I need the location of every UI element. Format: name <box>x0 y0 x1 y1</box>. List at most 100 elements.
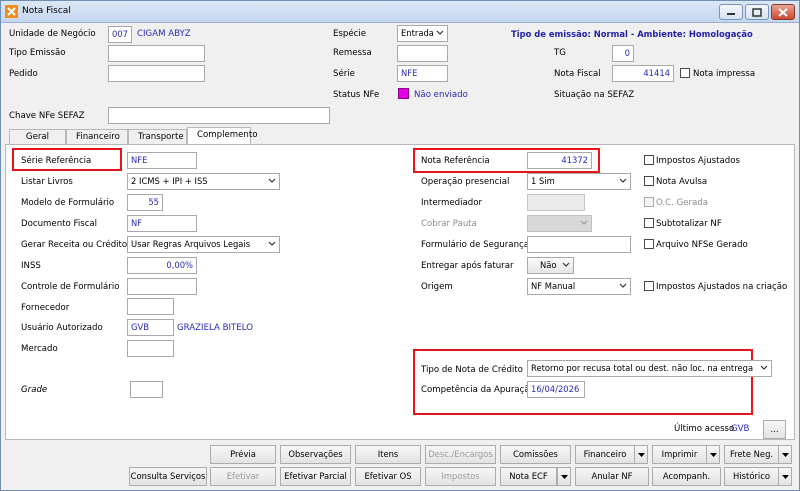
grade-label: Grade <box>21 385 48 395</box>
nota-avulsa-checkbox[interactable] <box>644 176 654 186</box>
imprimir-button[interactable]: Imprimir <box>652 445 707 464</box>
grade-input[interactable] <box>130 381 163 398</box>
close-button[interactable] <box>771 4 795 20</box>
tg-input[interactable]: 0 <box>612 45 634 62</box>
previa-button[interactable]: Prévia <box>210 445 276 464</box>
historico-dropdown-button[interactable] <box>778 467 792 486</box>
dropdown-arrow-icon <box>709 453 717 457</box>
unidade-label: Unidade de Negócio <box>9 29 96 39</box>
arquivo-nfse-label: Arquivo NFSe Gerado <box>656 240 748 250</box>
efetivar-os-button[interactable]: Efetivar OS <box>355 467 421 486</box>
frete-neg-button[interactable]: Frete Neg. <box>724 445 779 464</box>
nota-avulsa-label: Nota Avulsa <box>656 177 708 187</box>
formulario-seguranca-input[interactable] <box>527 236 631 253</box>
mercado-label: Mercado <box>21 344 58 354</box>
nota-ecf-dropdown-button[interactable] <box>557 467 571 486</box>
subtotalizar-nf-checkbox[interactable] <box>644 218 654 228</box>
consulta-servicos-button[interactable]: Consulta Serviços <box>129 467 207 486</box>
chave-nfe-input[interactable] <box>108 107 330 124</box>
inss-label: INSS <box>21 261 41 271</box>
operacao-presencial-label: Operação presencial <box>421 177 510 187</box>
usuario-autorizado-input[interactable]: GVB <box>127 319 174 336</box>
gerar-receita-label: Gerar Receita ou Crédito <box>21 240 128 250</box>
inss-input[interactable]: 0,00% <box>127 257 197 274</box>
minimize-button[interactable] <box>719 4 743 20</box>
acompanh-button[interactable]: Acompanh. <box>652 467 721 486</box>
competencia-apuracao-input[interactable]: 16/04/2026 <box>527 381 585 398</box>
tipo-emissao-label: Tipo Emissão <box>9 48 66 58</box>
especie-select[interactable]: Entrada <box>397 25 448 42</box>
anular-nf-button[interactable]: Anular NF <box>575 467 649 486</box>
tab-transporte[interactable]: Transporte <box>128 129 187 145</box>
ultimo-acesso-label: Último acesso <box>674 424 735 434</box>
tab-financeiro[interactable]: Financeiro <box>66 129 128 145</box>
tab-complemento[interactable]: Complemento <box>187 127 258 145</box>
frete-neg-dropdown-button[interactable] <box>778 445 792 464</box>
listar-livros-select[interactable]: 2 ICMS + IPI + ISS <box>127 173 280 190</box>
entregar-value: Não <box>540 260 557 270</box>
serie-label: Série <box>333 69 355 79</box>
especie-label: Espécie <box>333 29 367 39</box>
chevron-down-icon <box>580 220 588 225</box>
pedido-input[interactable] <box>108 65 205 82</box>
desc-encargos-button: Desc./Encargos <box>425 445 496 464</box>
chave-nfe-label: Chave NFe SEFAZ <box>9 111 85 121</box>
nota-impressa-checkbox[interactable] <box>680 68 690 78</box>
oc-gerada-checkbox <box>644 197 654 207</box>
close-icon <box>778 8 788 17</box>
observacoes-button[interactable]: Observações <box>280 445 351 464</box>
chevron-down-icon <box>760 365 768 370</box>
status-nfe-value: Não enviado <box>414 90 468 100</box>
documento-fiscal-input[interactable]: NF <box>127 215 197 232</box>
serie-referencia-input[interactable]: NFE <box>127 152 197 169</box>
nota-referencia-input[interactable]: 41372 <box>527 152 592 169</box>
especie-value: Entrada <box>401 28 434 38</box>
tipo-emissao-input[interactable] <box>108 45 205 62</box>
itens-button[interactable]: Itens <box>355 445 421 464</box>
financeiro-dropdown-button[interactable] <box>634 445 648 464</box>
chevron-down-icon <box>268 178 276 183</box>
ultimo-acesso-more-button[interactable]: ... <box>763 420 786 439</box>
modelo-formulario-input[interactable]: 55 <box>127 194 163 211</box>
operacao-presencial-select[interactable]: 1 Sim <box>527 173 631 190</box>
tg-label: TG <box>554 48 566 58</box>
dropdown-arrow-icon <box>781 453 789 457</box>
entregar-apos-faturar-select[interactable]: Não <box>527 257 574 274</box>
serie-input[interactable]: NFE <box>397 65 448 82</box>
chevron-down-icon <box>268 241 276 246</box>
tipo-nota-credito-select[interactable]: Retorno por recusa total ou dest. não lo… <box>527 360 772 377</box>
origem-label: Origem <box>421 282 453 292</box>
tab-geral[interactable]: Geral <box>9 129 66 145</box>
controle-formulario-label: Controle de Formulário <box>21 282 120 292</box>
remessa-input[interactable] <box>397 45 448 62</box>
nota-fiscal-input[interactable]: 41414 <box>612 65 674 82</box>
dropdown-arrow-icon <box>560 475 568 479</box>
title-bar: Nota Fiscal <box>1 1 799 23</box>
comissoes-button[interactable]: Comissões <box>500 445 571 464</box>
financeiro-button[interactable]: Financeiro <box>575 445 635 464</box>
controle-formulario-input[interactable] <box>127 278 197 295</box>
gerar-receita-value: Usar Regras Arquivos Legais <box>131 239 251 249</box>
mercado-input[interactable] <box>127 340 174 357</box>
maximize-button[interactable] <box>745 4 769 20</box>
fornecedor-input[interactable] <box>127 298 174 315</box>
impostos-ajustados-label: Impostos Ajustados <box>656 156 740 166</box>
fornecedor-label: Fornecedor <box>21 303 70 313</box>
remessa-label: Remessa <box>333 48 372 58</box>
gerar-receita-select[interactable]: Usar Regras Arquivos Legais <box>127 236 280 253</box>
documento-fiscal-label: Documento Fiscal <box>21 219 98 229</box>
competencia-apuracao-label: Competência da Apuração <box>421 385 535 395</box>
impostos-criacao-checkbox[interactable] <box>644 281 654 291</box>
unidade-name: CIGAM ABYZ <box>137 29 191 39</box>
dropdown-arrow-icon <box>781 475 789 479</box>
efetivar-parcial-button[interactable]: Efetivar Parcial <box>280 467 351 486</box>
historico-button[interactable]: Histórico <box>724 467 779 486</box>
nota-ecf-button[interactable]: Nota ECF <box>500 467 557 486</box>
impostos-ajustados-checkbox[interactable] <box>644 155 654 165</box>
arquivo-nfse-checkbox[interactable] <box>644 239 654 249</box>
unidade-code-input[interactable]: 007 <box>108 26 132 43</box>
origem-select[interactable]: NF Manual <box>527 278 631 295</box>
status-nfe-label: Status NFe <box>333 90 380 100</box>
tipo-nota-credito-value: Retorno por recusa total ou dest. não lo… <box>531 363 754 373</box>
imprimir-dropdown-button[interactable] <box>706 445 720 464</box>
